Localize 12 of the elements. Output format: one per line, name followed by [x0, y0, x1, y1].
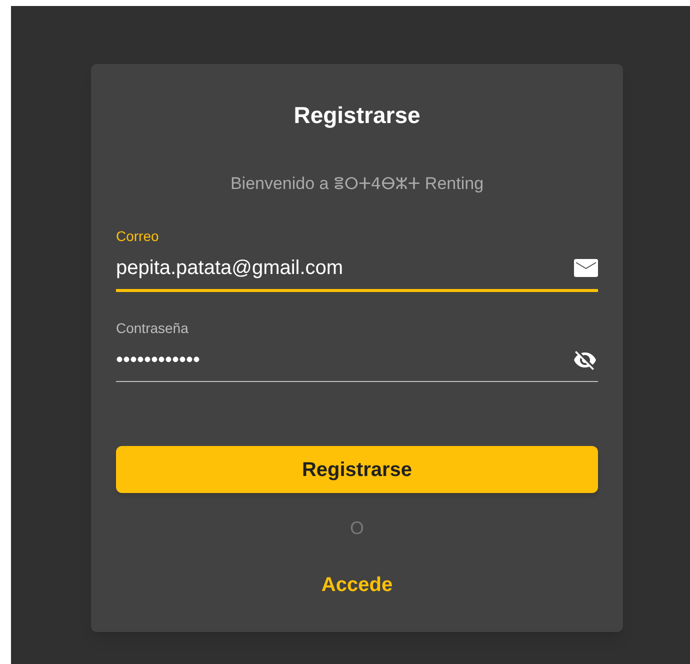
password-field[interactable]: Contraseña •••••••••••• — [116, 318, 598, 382]
field-label: Correo — [116, 227, 160, 246]
field-value: pepita.patata@gmail.com — [116, 256, 344, 281]
field-value: •••••••••••• — [116, 348, 200, 373]
login-link[interactable]: Accede — [321, 570, 393, 600]
field-label: Contraseña — [116, 319, 190, 338]
mail-icon — [574, 258, 598, 278]
register-button[interactable]: Registrarse — [116, 446, 598, 493]
form-title: Registrarse — [294, 101, 420, 130]
email-field[interactable]: Correo pepita.patata@gmail.com — [116, 226, 598, 292]
eye-slash-icon[interactable] — [572, 348, 598, 372]
welcome-text: Bienvenido a ⴻⵔⵜ4ⴱⵣⵜ Renting — [230, 172, 484, 194]
